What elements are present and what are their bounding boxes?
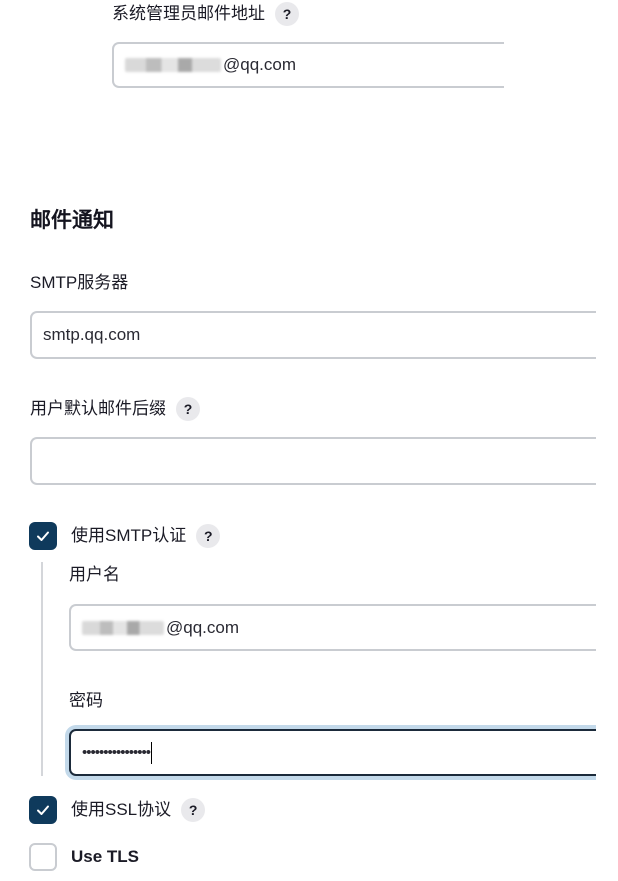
smtp-server-value: smtp.qq.com bbox=[43, 325, 141, 344]
default-suffix-field[interactable] bbox=[30, 437, 600, 485]
default-suffix-label-text: 用户默认邮件后缀 bbox=[30, 399, 166, 418]
settings-page: 系统管理员邮件地址 ? @qq.com 邮件通知 SMTP服务器 smtp.qq… bbox=[0, 0, 618, 881]
smtp-server-field[interactable]: smtp.qq.com bbox=[30, 311, 600, 359]
checkmark-icon bbox=[37, 805, 49, 815]
use-tls-label-text: Use TLS bbox=[71, 847, 140, 866]
default-suffix-label: 用户默认邮件后缀 ? bbox=[30, 397, 200, 421]
admin-email-suffix: @qq.com bbox=[223, 55, 297, 74]
smtp-server-label: SMTP服务器 bbox=[30, 271, 128, 295]
mail-section-title: 邮件通知 bbox=[30, 209, 114, 232]
password-label: 密码 bbox=[69, 689, 103, 713]
use-tls-checkbox[interactable] bbox=[29, 843, 57, 871]
help-icon[interactable]: ? bbox=[275, 2, 299, 26]
redacted-text bbox=[125, 58, 221, 72]
help-icon[interactable]: ? bbox=[181, 798, 206, 822]
checkmark-icon bbox=[37, 531, 49, 541]
smtp-server-label-text: SMTP服务器 bbox=[30, 273, 129, 292]
password-field[interactable]: •••••••••••••••• bbox=[69, 729, 600, 776]
username-field[interactable]: @qq.com bbox=[69, 604, 600, 651]
admin-email-field[interactable]: @qq.com bbox=[112, 42, 504, 88]
auth-group-indent-line bbox=[41, 562, 43, 776]
use-tls-label[interactable]: Use TLS bbox=[71, 845, 139, 869]
password-label-text: 密码 bbox=[69, 691, 103, 710]
right-edge-mask bbox=[596, 0, 618, 881]
admin-email-label: 系统管理员邮件地址 ? bbox=[112, 2, 299, 26]
username-label-text: 用户名 bbox=[69, 565, 120, 584]
use-smtp-auth-checkbox[interactable] bbox=[29, 522, 57, 550]
help-icon[interactable]: ? bbox=[176, 397, 200, 421]
use-ssl-label[interactable]: 使用SSL协议 ? bbox=[71, 798, 206, 822]
use-smtp-auth-label[interactable]: 使用SMTP认证 ? bbox=[71, 524, 221, 548]
password-value: •••••••••••••••• bbox=[82, 744, 151, 761]
use-ssl-checkbox[interactable] bbox=[29, 796, 57, 824]
admin-email-label-text: 系统管理员邮件地址 bbox=[112, 4, 265, 23]
use-ssl-label-text: 使用SSL协议 bbox=[71, 800, 172, 819]
redacted-text bbox=[82, 620, 164, 635]
username-label: 用户名 bbox=[69, 563, 120, 587]
use-smtp-auth-label-text: 使用SMTP认证 bbox=[71, 526, 187, 545]
help-icon[interactable]: ? bbox=[196, 524, 221, 548]
username-suffix: @qq.com bbox=[166, 617, 240, 637]
text-cursor bbox=[151, 741, 153, 764]
